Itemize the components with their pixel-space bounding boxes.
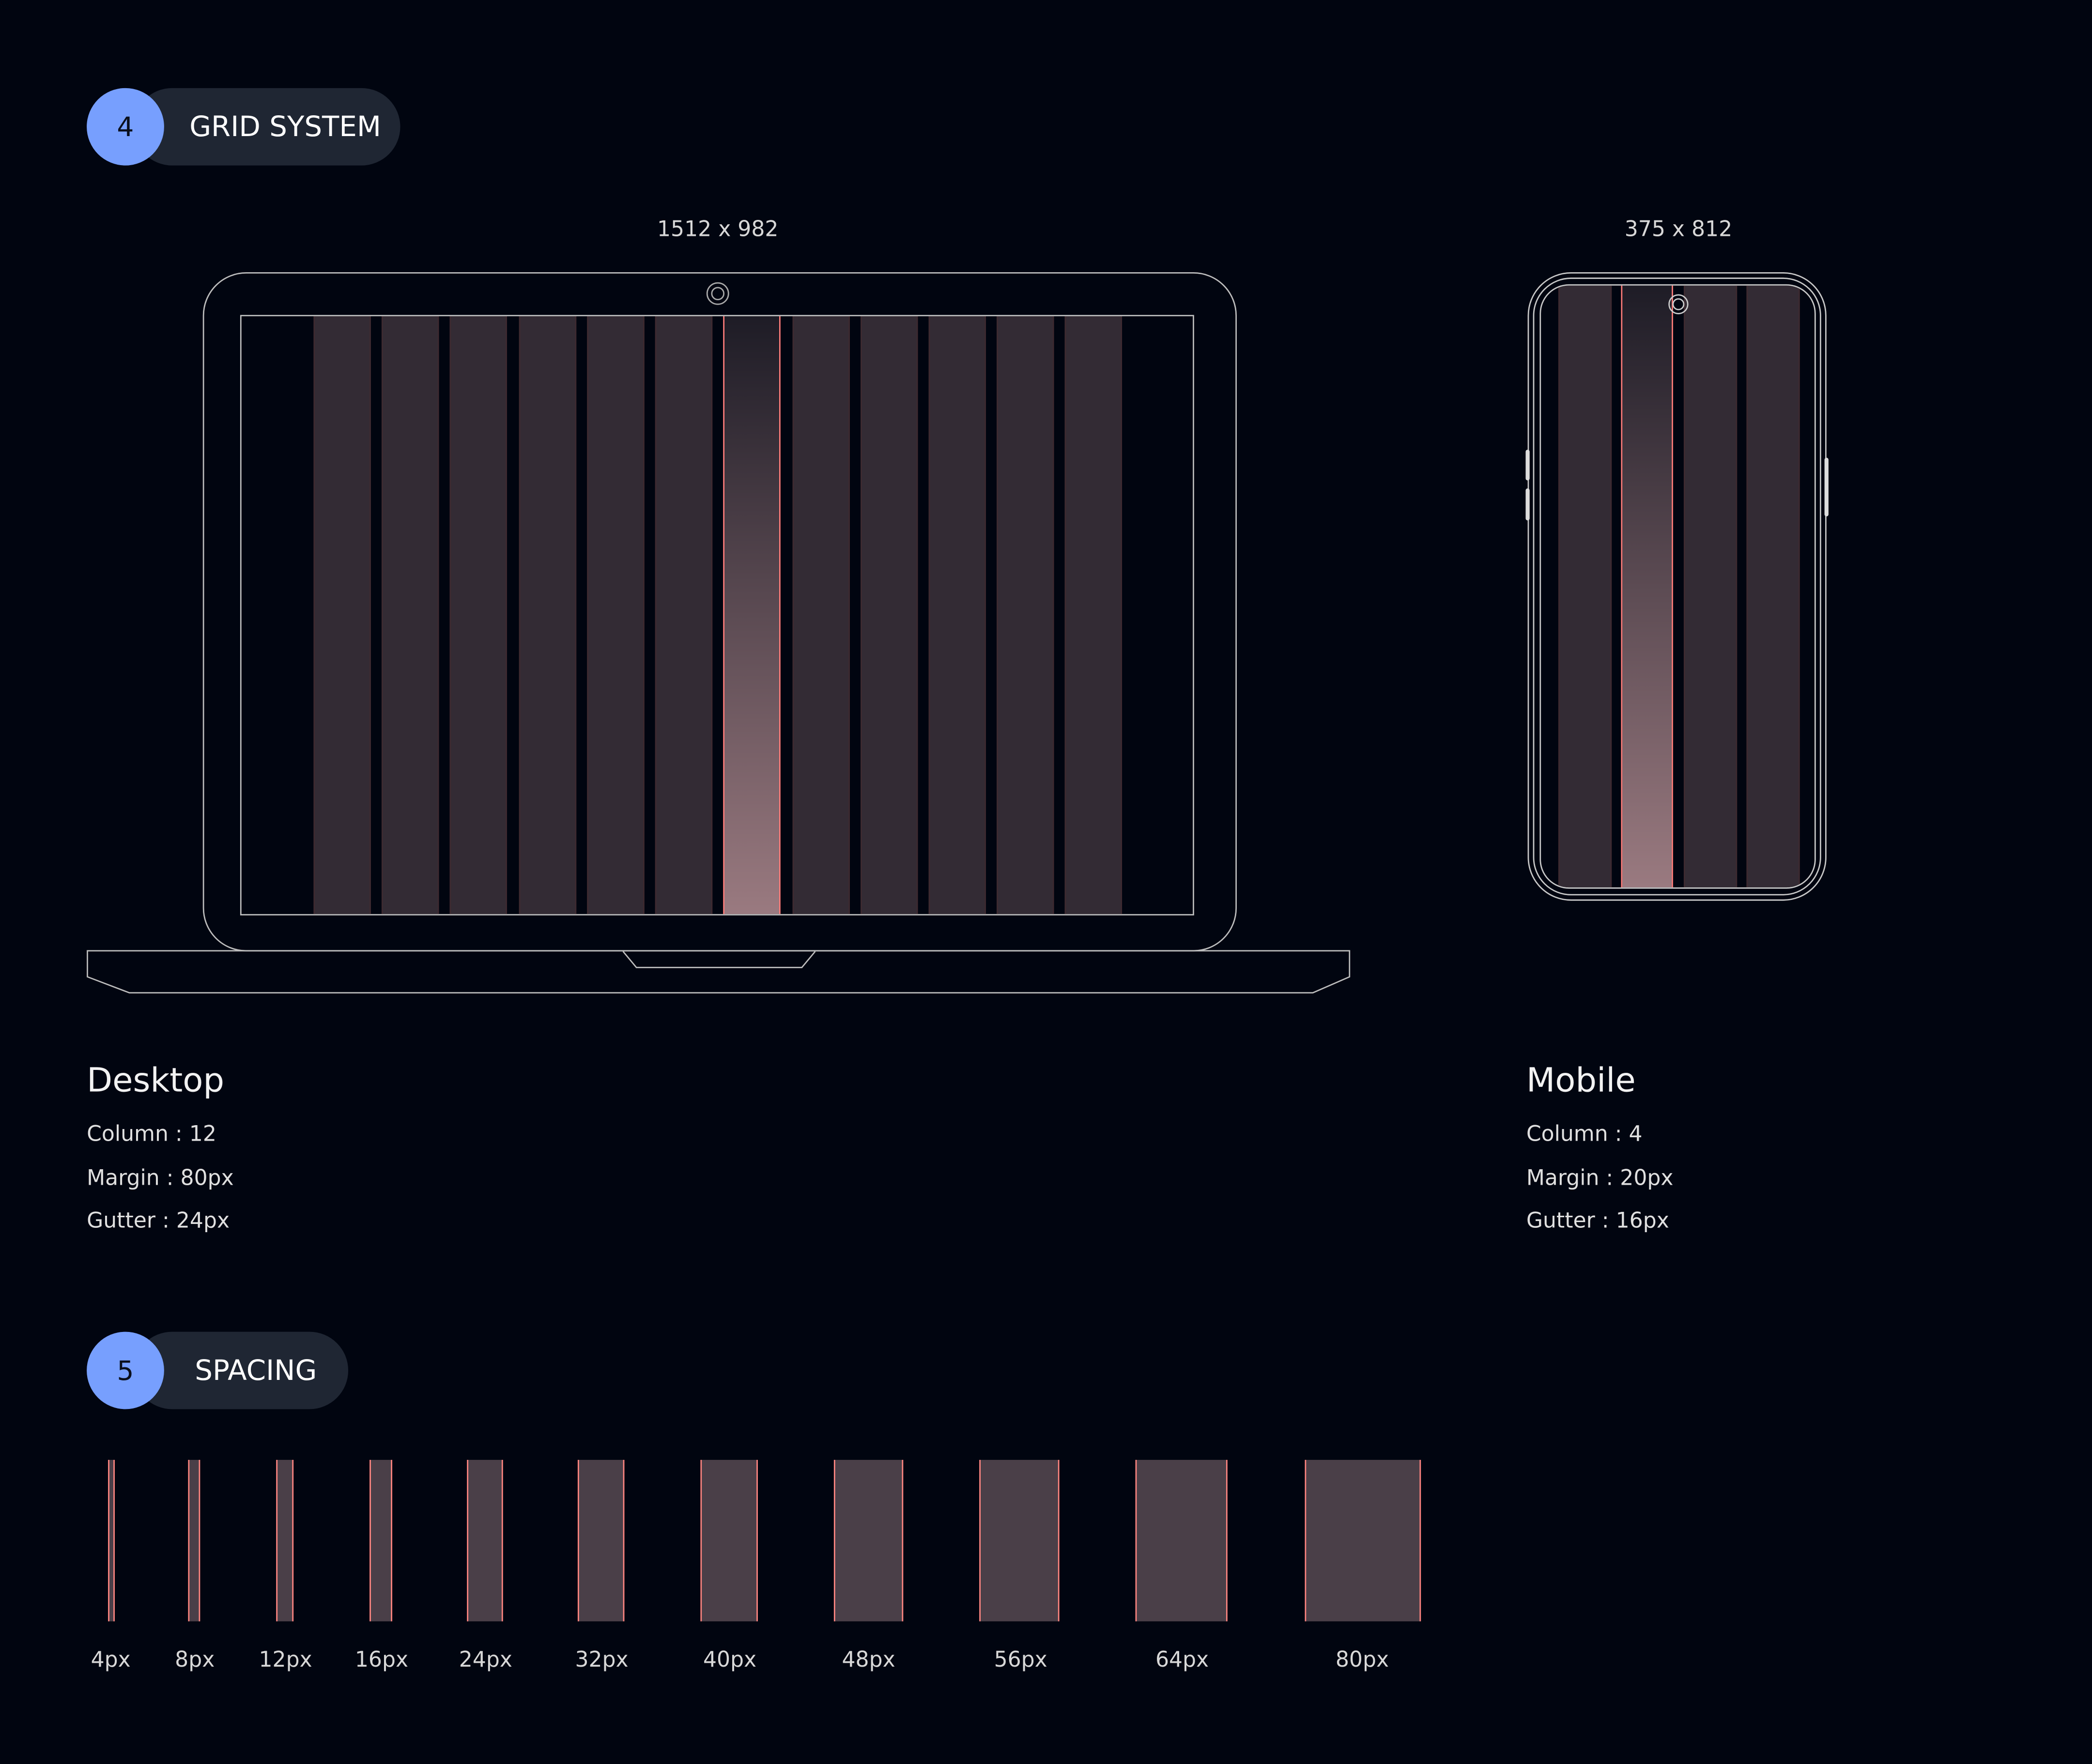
- section-number-badge: 4: [87, 88, 164, 166]
- mobile-gutter-spec: Gutter : 16px: [1526, 1207, 1669, 1233]
- phone-volume-up-button: [1525, 449, 1530, 480]
- desktop-gutter-spec: Gutter : 24px: [87, 1207, 230, 1233]
- spacing-label: 8px: [175, 1646, 215, 1672]
- grid-column: [861, 316, 918, 914]
- phone-volume-down-button: [1525, 488, 1530, 521]
- grid-column: [1064, 316, 1123, 914]
- laptop-base: [87, 950, 1351, 994]
- section-number-badge: 5: [87, 1331, 164, 1409]
- spacing-label: 16px: [354, 1646, 409, 1672]
- design-system-page: 4 GRID SYSTEM 1512 x 982 375 x 812 Deskt…: [0, 0, 2092, 1764]
- grid-column: [1746, 285, 1800, 888]
- grid-column: [997, 316, 1054, 914]
- mobile-margin-spec: Margin : 20px: [1526, 1165, 1674, 1191]
- grid-column-highlighted: [723, 316, 781, 914]
- spacing-swatch-4: [108, 1460, 115, 1622]
- desktop-screen: [240, 315, 1194, 915]
- spacing-swatch-48: [833, 1460, 904, 1622]
- desktop-title: Desktop: [87, 1061, 225, 1100]
- mobile-title: Mobile: [1526, 1061, 1636, 1100]
- spacing-label: 80px: [1335, 1646, 1389, 1672]
- spacing-label: 56px: [994, 1646, 1047, 1672]
- spacing-swatch-64: [1135, 1460, 1228, 1622]
- grid-column: [381, 316, 439, 914]
- spacing-swatch-12: [276, 1460, 294, 1622]
- mobile-column-spec: Column : 4: [1526, 1121, 1643, 1146]
- desktop-margin-spec: Margin : 80px: [87, 1165, 234, 1191]
- grid-column: [1558, 285, 1612, 888]
- spacing-label: 40px: [703, 1646, 757, 1672]
- grid-column: [792, 316, 850, 914]
- grid-column-highlighted: [1621, 285, 1673, 888]
- spacing-label: 4px: [91, 1646, 131, 1672]
- laptop-notch: [622, 951, 816, 968]
- spacing-swatch-80: [1305, 1460, 1421, 1622]
- grid-column: [313, 316, 371, 914]
- grid-column: [1683, 285, 1738, 888]
- grid-column: [519, 316, 577, 914]
- grid-column: [449, 316, 507, 914]
- phone-power-button: [1824, 457, 1829, 517]
- spacing-label: 32px: [575, 1646, 629, 1672]
- spacing-swatch-8: [188, 1460, 200, 1622]
- camera-icon: [706, 282, 729, 305]
- grid-column: [655, 316, 713, 914]
- spacing-label: 64px: [1155, 1646, 1209, 1672]
- mobile-screen: [1539, 284, 1816, 889]
- spacing-swatch-40: [700, 1460, 758, 1622]
- section-title-pill: SPACING: [133, 1331, 349, 1409]
- spacing-label: 12px: [259, 1646, 312, 1672]
- spacing-swatch-32: [577, 1460, 625, 1622]
- phone-camera-icon: [1668, 294, 1689, 314]
- grid-column: [928, 316, 986, 914]
- desktop-column-spec: Column : 12: [87, 1121, 216, 1146]
- spacing-swatch-56: [979, 1460, 1060, 1622]
- spacing-label: 48px: [842, 1646, 895, 1672]
- grid-column: [587, 316, 645, 914]
- spacing-swatch-24: [467, 1460, 503, 1622]
- spacing-label: 24px: [459, 1646, 512, 1672]
- spacing-swatch-16: [369, 1460, 392, 1622]
